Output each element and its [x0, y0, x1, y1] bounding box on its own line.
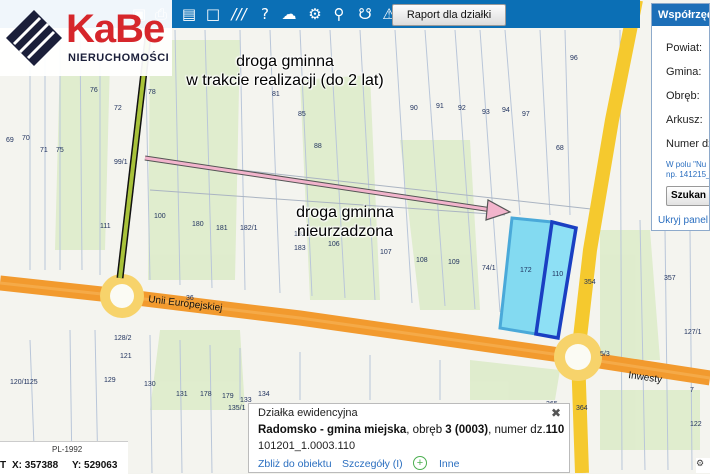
parcel-label: 110 [552, 271, 563, 278]
parcel-label: 131 [176, 391, 188, 398]
plus-icon[interactable]: + [413, 456, 427, 470]
popup-parcel-description: Radomsko - gmina miejska, obręb 3 (0003)… [258, 424, 564, 436]
parcel-label: 97 [522, 111, 530, 118]
field-obreb-label: Obręb: [666, 90, 700, 102]
parcel-label: 106 [328, 241, 340, 248]
parcel-label: 81 [272, 91, 280, 98]
zoom-search-icon[interactable]: ⚲ [330, 5, 348, 23]
logo-name: KaBe [66, 7, 165, 51]
parcel-label: 72 [114, 105, 122, 112]
parcel-label: 100 [154, 213, 166, 220]
parcel-label: 69 [6, 137, 14, 144]
field-arkusz-label: Arkusz: [666, 114, 703, 126]
field-numer-label: Numer dz [666, 138, 710, 150]
popup-precinct: 3 (0003) [445, 424, 489, 436]
parcel-label: 357 [664, 275, 676, 282]
parcel-label: 179 [222, 393, 234, 400]
annotation-line: nieurzadzona [296, 223, 394, 240]
hide-panel-link[interactable]: Ukryj panel [658, 215, 708, 226]
help-icon[interactable]: ? [256, 5, 274, 23]
field-powiat-label: Powiat: [666, 42, 703, 54]
popup-parcel-identifier: 101201_1.0003.110 [258, 440, 356, 452]
parcel-label: 91 [436, 103, 444, 110]
layout-icon[interactable]: ▤ [180, 5, 198, 23]
speech-icon[interactable]: □ [204, 5, 222, 23]
parcel-label: 125 [26, 379, 38, 386]
side-panel-header: Współrzędne [652, 4, 709, 26]
parcel-label: 182/1 [240, 225, 258, 232]
cloud-icon[interactable]: ☁ [280, 5, 298, 23]
close-icon[interactable]: ✖ [551, 406, 561, 420]
parcel-label: 76 [90, 87, 98, 94]
parcel-label: 75 [56, 147, 64, 154]
parcel-label: 135/1 [228, 405, 246, 412]
parcel-label: 70 [22, 135, 30, 142]
annotation-road-unimproved: droga gminna nieurzadzona [270, 203, 420, 241]
annotation-line: droga gminna [236, 53, 334, 70]
cart-icon[interactable]: ☋ [356, 5, 374, 23]
gears-icon[interactable]: ⚙ [306, 5, 324, 23]
parcel-label: 78 [148, 89, 156, 96]
parcel-label: 5/3 [600, 351, 610, 358]
parcel-label: 96 [570, 55, 578, 62]
parcel-label: 178 [200, 391, 212, 398]
parcel-label: 134 [258, 391, 270, 398]
parcel-label: 68 [556, 145, 564, 152]
logo: KaBe NIERUCHOMOŚCI [0, 0, 172, 76]
field-gmina-label: Gmina: [666, 66, 702, 78]
parcel-label: 85 [298, 111, 306, 118]
parcel-label: 181 [216, 225, 228, 232]
parcel-label: 183 [294, 245, 306, 252]
parcel-label: 108 [416, 257, 428, 264]
zoom-to-object-link[interactable]: Zbliż do obiektu [258, 458, 332, 470]
popup-text: , obręb [406, 424, 446, 436]
parcel-label: 129 [104, 377, 116, 384]
parcel-label: 364 [576, 405, 588, 412]
popup-place: Radomsko - gmina miejska [258, 424, 407, 436]
crs-label: PL-1992 [52, 445, 83, 454]
parcel-label: 172 [520, 267, 532, 274]
annotation-road-in-progress: droga gminna w trakcie realizacji (do 2 … [155, 52, 415, 90]
corner-widget-icon[interactable]: ⚙ [696, 458, 710, 473]
coordinate-y: Y: 529063 [72, 460, 118, 471]
parcel-label: 111 [100, 223, 111, 230]
parcel-label: 74/1 [482, 265, 496, 272]
parcel-label: 354 [584, 279, 596, 286]
search-side-panel: Współrzędne Powiat: Gmina: Obręb: Arkusz… [651, 3, 710, 231]
annotation-line: w trakcie realizacji (do 2 lat) [186, 72, 384, 89]
details-link[interactable]: Szczegóły (I) [342, 458, 403, 470]
parcel-label: 109 [448, 259, 460, 266]
search-button[interactable]: Szukan [666, 186, 709, 206]
parcel-label: 90 [410, 105, 418, 112]
popup-parcel-number: 110 [545, 424, 565, 436]
parcel-label: 7 [690, 387, 694, 394]
parcel-info-popup: Działka ewidencyjna ✖ Radomsko - gmina m… [248, 403, 570, 473]
other-link[interactable]: Inne [439, 458, 459, 470]
side-hint-line: W polu "Nu [666, 160, 707, 169]
parcel-label: 180 [192, 221, 204, 228]
popup-text: , numer dz. [488, 424, 546, 436]
parcel-label: 128/2 [114, 335, 132, 342]
parcel-label: 130 [144, 381, 156, 388]
parcel-label: 94 [502, 107, 510, 114]
parcel-label: 92 [458, 105, 466, 112]
parcel-label: 121 [120, 353, 132, 360]
logo-mark-icon [6, 10, 62, 66]
popup-title: Działka ewidencyjna [258, 407, 358, 419]
parcel-report-button[interactable]: Raport dla działki [392, 4, 506, 26]
parcel-label: 122 [690, 421, 702, 428]
parcel-label: 107 [380, 249, 392, 256]
coordinate-readout: PL-1992 T X: 357388 Y: 529063 [0, 441, 128, 474]
parcel-label: 71 [40, 147, 48, 154]
coordinate-edge: T [0, 460, 7, 471]
coordinate-x: X: 357388 [12, 460, 59, 471]
annotation-line: droga gminna [296, 204, 394, 221]
parcel-label: 120/1 [10, 379, 28, 386]
hatch-icon[interactable]: /// [230, 5, 248, 23]
side-hint-line: np. 141215_ [666, 170, 710, 179]
parcel-label: 99/1 [114, 159, 128, 166]
parcel-label: 127/1 [684, 329, 702, 336]
parcel-label: 88 [314, 143, 322, 150]
parcel-label: 93 [482, 109, 490, 116]
